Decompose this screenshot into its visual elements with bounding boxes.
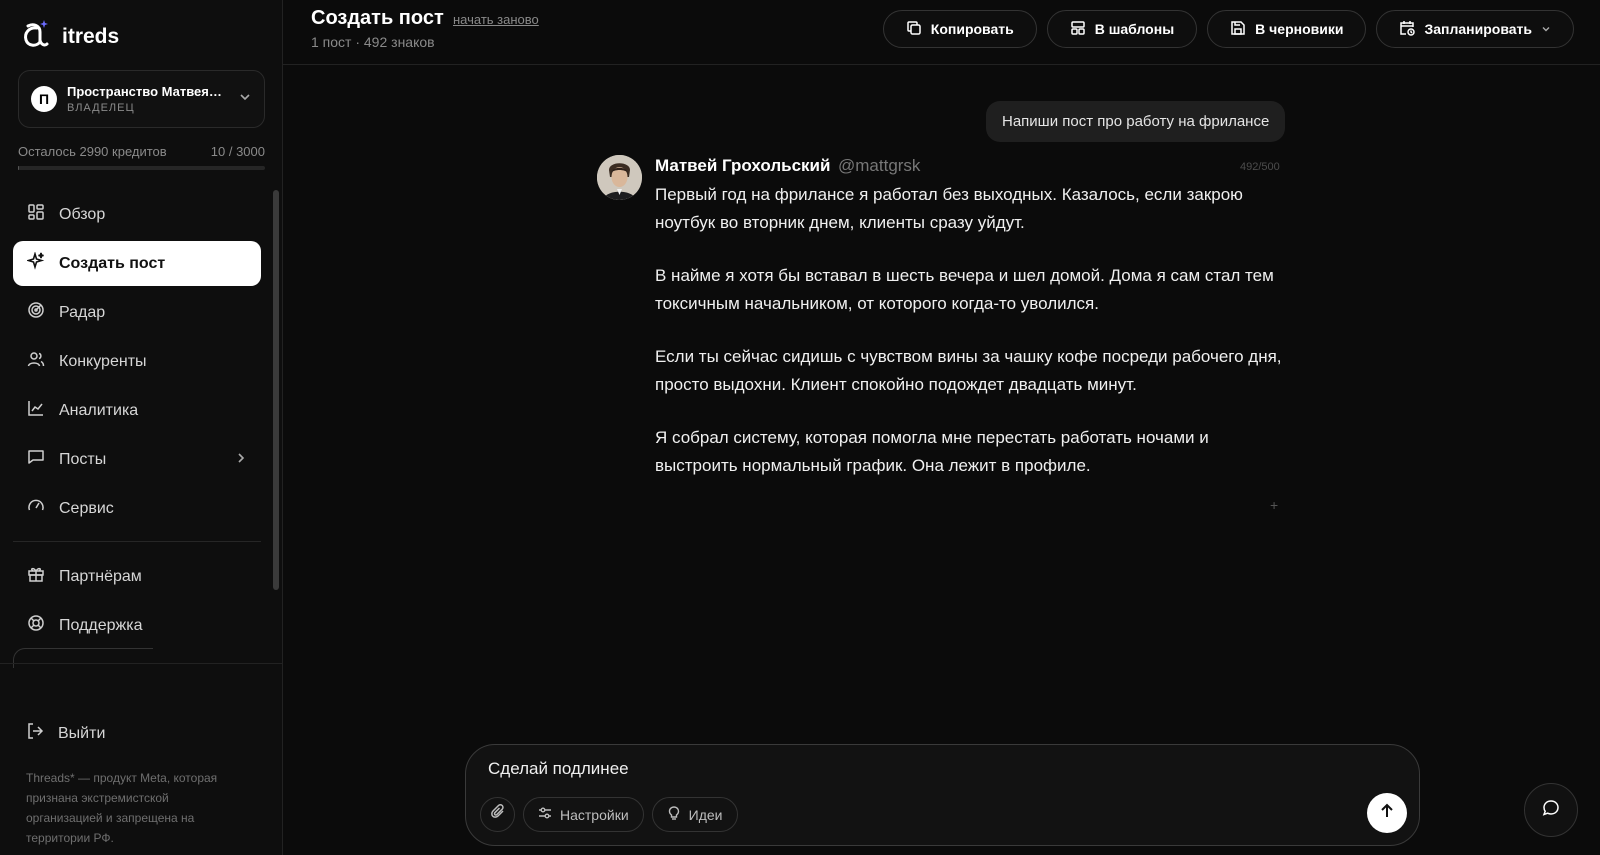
sidebar-item-label: Сервис <box>59 499 114 517</box>
grid-icon <box>27 203 45 226</box>
credits-progress-fill <box>18 166 19 170</box>
post-paragraph: Я собрал систему, которая помогла мне пе… <box>655 428 1209 475</box>
message-square-icon <box>27 448 45 471</box>
hidden-nav-item <box>13 648 153 668</box>
workspace-avatar: П <box>31 86 57 112</box>
settings-label: Настройки <box>560 806 629 823</box>
drafts-button[interactable]: В черновики <box>1207 10 1367 48</box>
composer-input[interactable] <box>488 759 1308 779</box>
post-paragraph: Первый год на фрилансе я работал без вых… <box>655 185 1243 232</box>
page-title: Создать пост <box>311 7 444 29</box>
sidebar-item-label: Партнёрам <box>59 567 142 585</box>
app-name: itreds <box>62 24 120 48</box>
restart-link[interactable]: начать заново <box>453 12 539 27</box>
sidebar-item-label: Поддержка <box>59 616 143 634</box>
chevron-right-icon <box>235 451 247 469</box>
sidebar-item-posts[interactable]: Посты <box>13 437 261 482</box>
sidebar-item-label: Создать пост <box>59 254 166 272</box>
post-paragraph: В найме я хотя бы вставал в шесть вечера… <box>655 266 1274 313</box>
lightbulb-icon <box>667 806 681 823</box>
logout-icon <box>26 722 44 745</box>
drafts-label: В черновики <box>1255 21 1344 37</box>
sidebar-item-label: Аналитика <box>59 401 139 419</box>
sparkle-icon <box>25 251 45 275</box>
copy-icon <box>906 20 922 39</box>
templates-label: В шаблоны <box>1094 21 1175 37</box>
logout-label: Выйти <box>58 724 106 742</box>
sliders-icon <box>538 806 552 823</box>
nav-divider <box>13 541 261 542</box>
user-message: Напиши пост про работу на фрилансе <box>986 101 1286 142</box>
credits-usage: 10 / 3000 <box>210 144 265 159</box>
sidebar-item-overview[interactable]: Обзор <box>13 192 261 237</box>
schedule-label: Запланировать <box>1424 21 1532 37</box>
arrow-up-icon <box>1379 803 1395 824</box>
sidebar-divider <box>0 663 283 664</box>
sidebar-scrollbar[interactable] <box>273 190 279 590</box>
schedule-button[interactable]: Запланировать <box>1376 10 1574 48</box>
users-icon <box>27 350 45 373</box>
workspace-switcher[interactable]: П Пространство Матвея Грохольского ВЛАДЕ… <box>18 70 265 128</box>
copy-button[interactable]: Копировать <box>882 10 1037 48</box>
calendar-clock-icon <box>1399 20 1416 39</box>
meta-disclaimer: Threads* — продукт Meta, которая признан… <box>26 771 218 845</box>
lifebuoy-icon <box>27 614 45 637</box>
sidebar-item-partners[interactable]: Партнёрам <box>13 554 261 599</box>
sidebar-item-create-post[interactable]: Создать пост <box>13 241 261 286</box>
attach-button[interactable] <box>480 797 515 832</box>
settings-button[interactable]: Настройки <box>523 797 644 832</box>
sidebar-nav: Обзор Создать пост Радар Конкуренты Анал… <box>13 192 261 652</box>
header-toolbar: Копировать В шаблоны В черновики Заплани… <box>882 10 1574 48</box>
post-body[interactable]: Первый год на фрилансе я работал без вых… <box>655 181 1295 505</box>
save-icon <box>1230 20 1246 39</box>
logout-button[interactable]: Выйти <box>26 722 105 745</box>
message-composer: Настройки Идеи <box>465 744 1420 846</box>
ideas-button[interactable]: Идеи <box>651 797 738 832</box>
sidebar-item-label: Обзор <box>59 205 106 223</box>
avatar <box>597 155 642 200</box>
gift-icon <box>27 565 45 588</box>
sidebar-item-label: Посты <box>59 450 107 468</box>
logo-icon <box>20 18 50 55</box>
char-counter: 492/500 <box>1240 161 1280 173</box>
top-header: Создать пост начать заново 1 пост · 492 … <box>283 0 1600 65</box>
post-handle: @mattgrsk <box>838 156 921 175</box>
credits-info: Осталось 2990 кредитов 10 / 3000 <box>18 144 265 159</box>
credits-label: Осталось 2990 кредитов <box>18 144 167 159</box>
post-paragraph: Если ты сейчас сидишь с чувством вины за… <box>655 347 1282 394</box>
sidebar-item-radar[interactable]: Радар <box>13 290 261 335</box>
copy-label: Копировать <box>930 21 1014 37</box>
sidebar-item-service[interactable]: Сервис <box>13 486 261 531</box>
chart-line-icon <box>27 399 45 422</box>
sidebar-item-competitors[interactable]: Конкуренты <box>13 339 261 384</box>
add-post-icon[interactable]: + <box>1270 497 1278 513</box>
sidebar-item-label: Конкуренты <box>59 352 147 370</box>
chevron-down-icon <box>1541 21 1551 37</box>
workspace-role: ВЛАДЕЛЕЦ <box>67 102 135 114</box>
chat-bubble-icon <box>1542 799 1560 822</box>
send-button[interactable] <box>1367 793 1407 833</box>
sidebar: itreds П Пространство Матвея Грохольског… <box>0 0 283 855</box>
composer-tools: Настройки Идеи <box>480 797 738 832</box>
ideas-label: Идеи <box>688 806 723 823</box>
chevron-down-icon <box>238 90 252 109</box>
paperclip-icon <box>490 804 506 825</box>
templates-button[interactable]: В шаблоны <box>1046 10 1198 48</box>
radar-icon <box>27 301 45 324</box>
post-meta: 1 пост · 492 знаков <box>311 34 435 50</box>
logo[interactable]: itreds <box>20 18 119 55</box>
workspace-name: Пространство Матвея Грохольского <box>67 84 225 99</box>
sidebar-item-support[interactable]: Поддержка <box>13 603 261 648</box>
sidebar-item-analytics[interactable]: Аналитика <box>13 388 261 433</box>
gauge-icon <box>27 497 45 520</box>
sidebar-item-label: Радар <box>59 303 106 321</box>
post-author: Матвей Грохольский <box>655 156 831 175</box>
chat-fab-button[interactable] <box>1524 783 1578 837</box>
credits-progress-bar <box>18 166 265 170</box>
template-icon <box>1070 20 1086 39</box>
